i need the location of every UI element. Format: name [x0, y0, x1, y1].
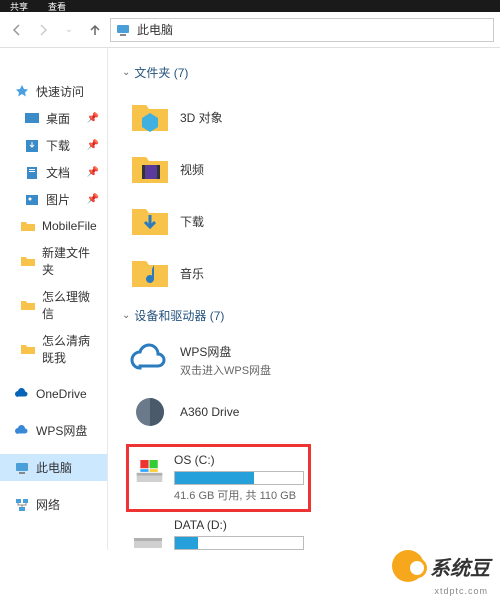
watermark-url: xtdptc.com — [434, 586, 488, 596]
sidebar-wps[interactable]: WPS网盘 — [0, 417, 107, 444]
drive-sublabel: 41.6 GB 可用, 共 110 GB — [174, 487, 304, 503]
forward-button[interactable] — [32, 19, 54, 41]
sidebar-item-desktop[interactable]: 桌面 📌 — [0, 105, 107, 132]
label: 音乐 — [180, 265, 204, 282]
folder-download-icon — [128, 199, 172, 243]
address-bar[interactable]: 此电脑 — [110, 18, 494, 42]
label: 网络 — [36, 496, 60, 513]
label: WPS网盘 — [36, 422, 87, 439]
folder-icon — [20, 297, 36, 313]
tab[interactable]: 共享 — [10, 0, 28, 13]
document-icon — [24, 165, 40, 181]
folder-item[interactable]: 3D 对象 — [126, 91, 311, 143]
sidebar: 快速访问 桌面 📌 下载 📌 文档 📌 图片 📌 MobileFile — [0, 48, 108, 550]
cloud-item[interactable]: A360 Drive — [126, 386, 311, 438]
sidebar-network[interactable]: 网络 — [0, 491, 107, 518]
folder-video-icon — [128, 147, 172, 191]
main-content: ⌄ 文件夹 (7) 3D 对象 视频 下载 音乐 ⌄ 设备和驱动器 (7) — [108, 48, 500, 550]
sidebar-this-pc[interactable]: 此电脑 — [0, 454, 107, 481]
label: 怎么清病既我 — [42, 332, 99, 366]
usage-bar — [174, 471, 304, 485]
sidebar-quick-access[interactable]: 快速访问 — [0, 78, 107, 105]
drive-icon — [130, 518, 166, 550]
drive-icon — [133, 453, 166, 489]
download-icon — [24, 138, 40, 154]
sublabel: 双击进入WPS网盘 — [180, 362, 271, 378]
pc-icon — [14, 460, 30, 476]
label: A360 Drive — [180, 405, 239, 419]
arrow-up-icon — [87, 22, 103, 38]
tab[interactable]: 查看 — [48, 0, 66, 13]
drive-label: OS (C:) — [174, 453, 304, 467]
cloud-icon — [14, 386, 30, 402]
wps-cloud-icon — [128, 338, 172, 382]
back-button[interactable] — [6, 19, 28, 41]
label: 此电脑 — [36, 459, 72, 476]
pin-icon: 📌 — [87, 113, 99, 124]
star-icon — [14, 84, 30, 100]
up-button[interactable] — [84, 19, 106, 41]
arrow-right-icon — [35, 22, 51, 38]
chevron-down-icon: ⌄ — [122, 67, 130, 78]
navigation-bar: ⌄ 此电脑 — [0, 12, 500, 48]
sidebar-folder[interactable]: 新建文件夹 — [0, 239, 107, 283]
sidebar-item-downloads[interactable]: 下载 📌 — [0, 132, 107, 159]
folder-icon — [20, 218, 36, 234]
label: 快速访问 — [36, 83, 84, 100]
address-text: 此电脑 — [137, 21, 173, 38]
window-tabs: 共享 查看 — [0, 0, 500, 12]
label: MobileFile — [42, 219, 97, 233]
folder-icon — [20, 253, 36, 269]
cloud-icon — [14, 423, 30, 439]
section-folders-header[interactable]: ⌄ 文件夹 (7) — [108, 58, 500, 87]
label: 下载 — [46, 137, 70, 154]
folder-music-icon — [128, 251, 172, 295]
pc-icon — [115, 22, 131, 38]
label: 桌面 — [46, 110, 70, 127]
drive-d[interactable]: DATA (D:) 353 GB 可用, 共 431 GB — [126, 512, 311, 550]
a360-icon — [128, 390, 172, 434]
drive-label: DATA (D:) — [174, 518, 307, 532]
folder-item[interactable]: 音乐 — [126, 247, 311, 299]
folder-item[interactable]: 视频 — [126, 143, 311, 195]
drive-c[interactable]: OS (C:) 41.6 GB 可用, 共 110 GB — [126, 444, 311, 512]
label: 怎么理微信 — [42, 288, 99, 322]
label: WPS网盘 — [180, 343, 271, 360]
pin-icon: 📌 — [87, 194, 99, 205]
usage-bar — [174, 536, 304, 550]
label: 文件夹 (7) — [134, 64, 188, 81]
sidebar-item-pictures[interactable]: 图片 📌 — [0, 186, 107, 213]
cloud-item[interactable]: WPS网盘 双击进入WPS网盘 — [126, 334, 311, 386]
sidebar-folder[interactable]: MobileFile — [0, 213, 107, 239]
pin-icon: 📌 — [87, 167, 99, 178]
label: OneDrive — [36, 387, 87, 401]
label: 下载 — [180, 213, 204, 230]
sidebar-item-documents[interactable]: 文档 📌 — [0, 159, 107, 186]
chevron-down-icon: ⌄ — [122, 310, 130, 321]
recent-button[interactable]: ⌄ — [58, 19, 80, 41]
label: 设备和驱动器 (7) — [134, 307, 224, 324]
section-drives-header[interactable]: ⌄ 设备和驱动器 (7) — [108, 301, 500, 330]
picture-icon — [24, 192, 40, 208]
watermark-logo-icon — [392, 550, 424, 582]
folder-item[interactable]: 下载 — [126, 195, 311, 247]
label: 新建文件夹 — [42, 244, 99, 278]
label: 视频 — [180, 161, 204, 178]
label: 3D 对象 — [180, 109, 223, 126]
label: 图片 — [46, 191, 70, 208]
desktop-icon — [24, 111, 40, 127]
arrow-left-icon — [9, 22, 25, 38]
watermark: 系统豆 — [392, 550, 490, 582]
pin-icon: 📌 — [87, 140, 99, 151]
sidebar-folder[interactable]: 怎么理微信 — [0, 283, 107, 327]
network-icon — [14, 497, 30, 513]
sidebar-folder[interactable]: 怎么清病既我 — [0, 327, 107, 371]
watermark-text: 系统豆 — [430, 552, 490, 581]
label: 文档 — [46, 164, 70, 181]
folder-3d-icon — [128, 95, 172, 139]
sidebar-onedrive[interactable]: OneDrive — [0, 381, 107, 407]
folder-icon — [20, 341, 36, 357]
